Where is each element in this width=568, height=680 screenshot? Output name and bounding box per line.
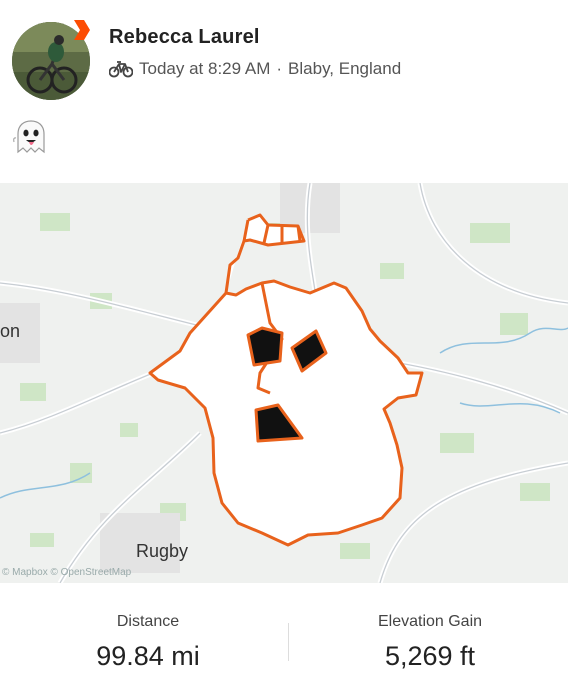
distance-label: Distance	[116, 613, 180, 630]
elevation-label: Elevation Gain	[377, 613, 483, 630]
map-label-town: on	[0, 321, 21, 341]
strava-badge-icon	[74, 20, 90, 40]
map-label-rugby: Rugby	[136, 541, 189, 561]
activity-location: Blaby, England	[288, 59, 402, 78]
meta-separator: ·	[276, 59, 283, 78]
distance-stat: Distance 99.84 mi	[6, 583, 290, 672]
map-attribution[interactable]: © Mapbox © OpenStreetMap	[2, 567, 131, 578]
route-map[interactable]: on Rugby © Mapbox © OpenStreetMap	[0, 183, 568, 583]
bike-icon	[109, 61, 133, 78]
activity-meta: Today at 8:29 AM · Blaby, England	[109, 59, 401, 79]
activity-header: Rebecca Laurel Today at 8:29 AM · Blaby,…	[0, 0, 568, 180]
ghost-left-eye	[246, 326, 284, 367]
elevation-stat: Elevation Gain 5,269 ft	[288, 583, 568, 672]
activity-time: Today at 8:29 AM	[139, 59, 271, 78]
ghost-emoji-icon	[13, 120, 45, 154]
activity-stats: Distance 99.84 mi Elevation Gain 5,269 f…	[0, 583, 568, 680]
elevation-value: 5,269 ft	[384, 641, 476, 671]
athlete-name[interactable]: Rebecca Laurel	[109, 26, 260, 49]
distance-value: 99.84 mi	[96, 641, 200, 671]
map-canvas	[0, 183, 568, 583]
